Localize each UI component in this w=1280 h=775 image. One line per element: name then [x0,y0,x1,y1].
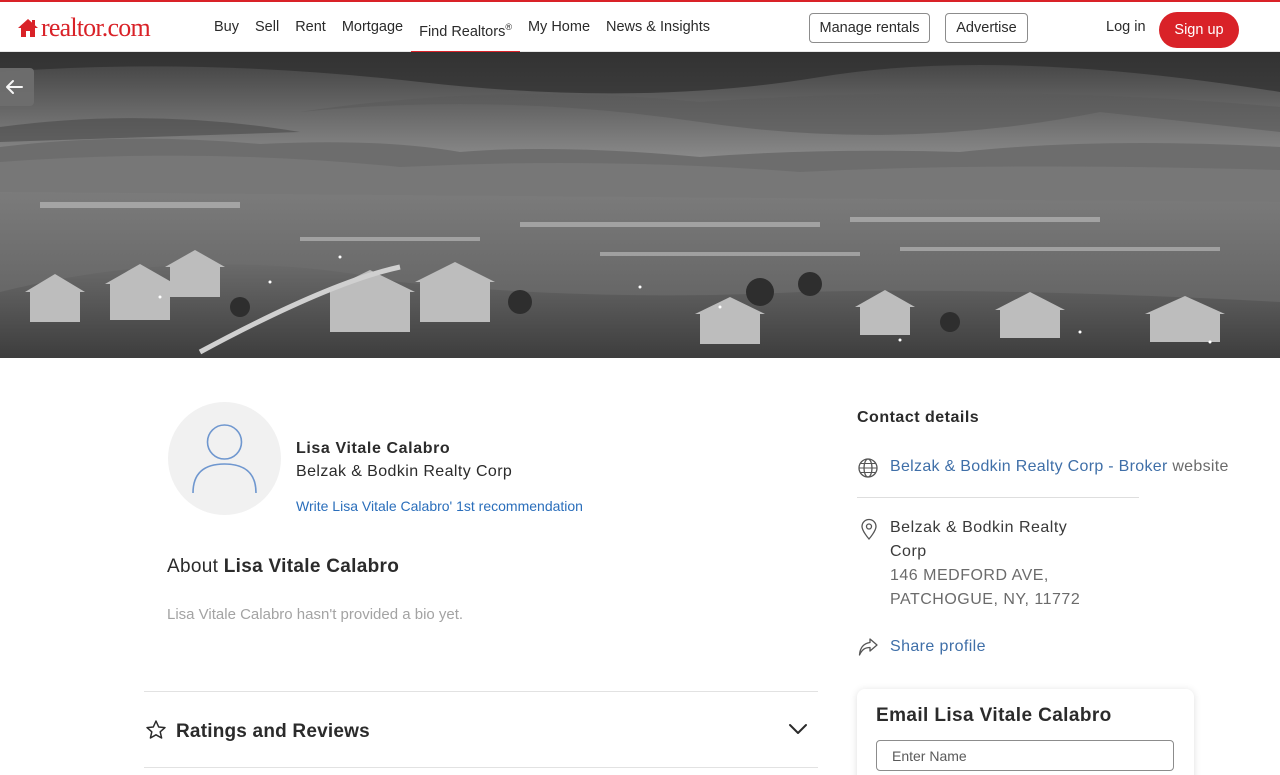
signup-button[interactable]: Sign up [1159,12,1239,48]
nav-find-realtors[interactable]: Find Realtors® [411,2,520,53]
nav-label: My Home [527,19,591,35]
section-divider [144,691,818,692]
nav-label: News & Insights [606,19,710,35]
website-suffix: website [1172,458,1229,475]
manage-rentals-button[interactable]: Manage rentals [809,13,930,43]
globe-icon [858,458,878,478]
share-arrow-icon [858,638,878,656]
town-landscape-image [0,52,1280,358]
login-link[interactable]: Log in [1106,19,1146,35]
address-line-2: Corp [890,543,927,560]
back-button[interactable] [0,68,34,106]
realtor-logo[interactable]: realtor.com [17,13,151,42]
star-icon [146,720,166,739]
user-avatar-icon [192,424,257,494]
nav-label: Rent [295,19,326,35]
ratings-reviews-heading[interactable]: Ratings and Reviews [176,721,370,743]
address-line-1: Belzak & Bodkin Realty [890,519,1068,536]
email-agent-card: Email Lisa Vitale Calabro [857,689,1194,775]
nav-my-home[interactable]: My Home [520,2,598,52]
logo-text: realtor.com [41,13,151,42]
nav-news-insights[interactable]: News & Insights [598,2,718,52]
arrow-left-icon [6,80,23,94]
contact-details-heading: Contact details [857,409,980,426]
nav-label: Mortgage [341,19,404,35]
registered-mark: ® [505,22,512,32]
main-nav: Buy Sell Rent Mortgage Find Realtors® My… [206,2,718,53]
house-icon [18,19,38,37]
map-pin-icon [861,518,877,540]
about-heading: About Lisa Vitale Calabro [167,556,399,578]
nav-label: Find Realtors [419,23,506,40]
broker-website-text: Belzak & Bodkin Realty Corp - Broker [890,458,1168,475]
nav-rent[interactable]: Rent [287,2,334,52]
write-recommendation-link[interactable]: Write Lisa Vitale Calabro' 1st recommend… [296,498,583,514]
name-input[interactable] [876,740,1174,771]
agent-company: Belzak & Bodkin Realty Corp [296,463,513,480]
chevron-down-icon[interactable] [787,720,809,738]
nav-buy[interactable]: Buy [206,2,247,52]
address-line-4: PATCHOGUE, NY, 11772 [890,591,1081,608]
email-form-title: Email Lisa Vitale Calabro [876,705,1112,726]
site-header: realtor.com Buy Sell Rent Mortgage Find … [0,0,1280,53]
about-agent-name: Lisa Vitale Calabro [223,556,400,577]
nav-label: Buy [214,19,239,35]
agent-avatar [168,402,281,515]
address-line-3: 146 MEDFORD AVE, [890,567,1049,584]
agent-bio: Lisa Vitale Calabro hasn't provided a bi… [167,606,464,623]
hero-banner-image [0,52,1280,358]
section-divider [144,767,818,768]
nav-mortgage[interactable]: Mortgage [334,2,411,52]
share-profile-link[interactable]: Share profile [890,638,986,656]
advertise-button[interactable]: Advertise [945,13,1028,43]
agent-name: Lisa Vitale Calabro [296,440,451,457]
broker-website-link[interactable]: Belzak & Bodkin Realty Corp - Broker web… [890,458,1229,476]
about-prefix: About [167,556,219,577]
contact-divider [857,497,1139,498]
nav-label: Sell [255,19,280,35]
nav-sell[interactable]: Sell [247,2,287,52]
